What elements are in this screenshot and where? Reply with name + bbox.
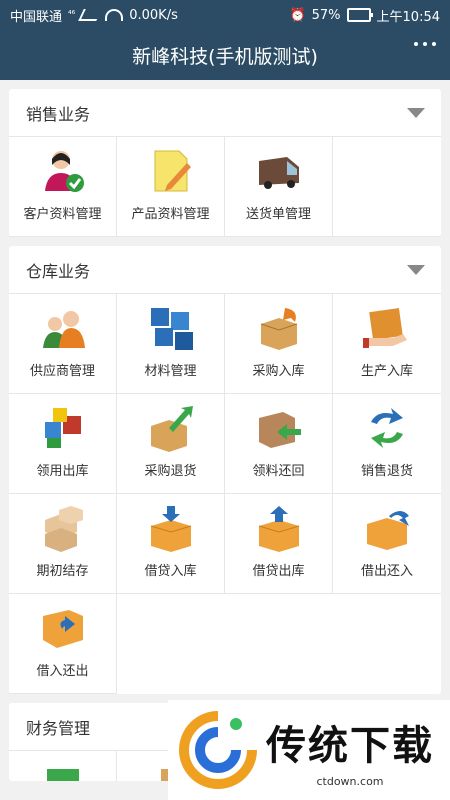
- sales-section-title: 销售业务: [26, 104, 91, 124]
- warehouse-section: 仓库业务 供应商管理 材料管理 采购入库 生产入库 领用出库 采购退货 领料还回…: [9, 246, 441, 694]
- warehouse-section-header[interactable]: 仓库业务: [9, 246, 441, 294]
- tile-lend-return[interactable]: 借出还入: [333, 494, 441, 594]
- puzzle-icon: [39, 404, 87, 452]
- alarm-icon: ⏰: [289, 7, 306, 23]
- network-speed: 0.00K/s: [129, 7, 178, 23]
- tile-label: 供应商管理: [29, 364, 95, 379]
- tile-label: 借贷入库: [144, 564, 197, 579]
- tile-label: 采购退货: [144, 464, 197, 479]
- more-menu-icon[interactable]: [414, 42, 436, 46]
- collapse-arrow-icon[interactable]: [407, 107, 425, 118]
- tile-label: 采购入库: [252, 364, 305, 379]
- tile-purchase-return[interactable]: 采购退货: [117, 394, 225, 494]
- battery-percent: 57%: [311, 7, 341, 23]
- signal-icon: [78, 9, 103, 21]
- watermark-url: ctdown.com: [316, 774, 384, 788]
- box-hand-icon: [363, 304, 411, 352]
- sales-section-header[interactable]: 销售业务: [9, 89, 441, 137]
- tile-product[interactable]: 产品资料管理: [117, 137, 225, 237]
- tile-label: 产品资料管理: [131, 207, 210, 222]
- tile-label: 生产入库: [360, 364, 413, 379]
- tile-label: 送货单管理: [245, 207, 311, 222]
- tile-label: 借入还出: [36, 664, 89, 679]
- warehouse-section-title: 仓库业务: [26, 261, 91, 281]
- status-bar: 中国联通 ⁴⁶ 0.00K/s ⏰ 57% 上午10:54: [0, 0, 450, 30]
- tile-label: 客户资料管理: [23, 207, 102, 222]
- carrier-label: 中国联通: [10, 9, 63, 25]
- tile-label: 材料管理: [144, 364, 197, 379]
- sales-section: 销售业务 客户资料管理 产品资料管理 送货单管理: [9, 89, 441, 237]
- collapse-arrow-icon[interactable]: [407, 264, 425, 275]
- box-arrow-left-icon: [255, 404, 303, 452]
- tile-issue-out[interactable]: 领用出库: [9, 394, 117, 494]
- material-cubes-icon: [147, 304, 195, 352]
- tile-supplier[interactable]: 供应商管理: [9, 294, 117, 394]
- tile-borrow-return[interactable]: 借入还出: [9, 594, 117, 694]
- tile-label: 领用出库: [36, 464, 89, 479]
- box-down-arrow-icon: [147, 504, 195, 552]
- network-type: ⁴⁶: [68, 10, 76, 20]
- tile-material-return[interactable]: 领料还回: [225, 394, 333, 494]
- box-back-arrow-icon: [39, 604, 87, 652]
- tile-label: 销售退货: [360, 464, 413, 479]
- tile-loan-in[interactable]: 借贷入库: [117, 494, 225, 594]
- supplier-people-icon: [39, 304, 87, 352]
- tile-label: 期初结存: [36, 564, 89, 579]
- tile-material[interactable]: 材料管理: [117, 294, 225, 394]
- tile-loan-out[interactable]: 借贷出库: [225, 494, 333, 594]
- tile-label: 领料还回: [252, 464, 305, 479]
- tile-customer[interactable]: 客户资料管理: [9, 137, 117, 237]
- tile-opening-stock[interactable]: 期初结存: [9, 494, 117, 594]
- finance-tile-icon: [46, 769, 79, 781]
- box-in-icon: [255, 304, 303, 352]
- app-title: 新峰科技(手机版测试): [132, 45, 318, 68]
- tile-label: 借贷出库: [252, 564, 305, 579]
- document-edit-icon: [147, 147, 195, 195]
- exchange-arrows-icon: [363, 404, 411, 452]
- watermark-brand: 传统下载: [266, 722, 434, 769]
- tile-label: 借出还入: [360, 564, 413, 579]
- app-bar: 新峰科技(手机版测试): [0, 30, 450, 80]
- box-arrow-out-icon: [147, 404, 195, 452]
- wifi-icon: [105, 9, 124, 21]
- delivery-van-icon: [255, 147, 303, 195]
- finance-tile-partial[interactable]: [9, 751, 117, 781]
- finance-section-title: 财务管理: [26, 718, 91, 738]
- tile-sales-return[interactable]: 销售退货: [333, 394, 441, 494]
- customer-icon: [39, 147, 87, 195]
- tile-production-in[interactable]: 生产入库: [333, 294, 441, 394]
- battery-icon: [346, 8, 373, 22]
- box-up-arrow-icon: [255, 504, 303, 552]
- watermark-logo-icon: [179, 711, 257, 789]
- watermark-overlay: 传统下载 ctdown.com: [168, 700, 450, 800]
- main-content: 销售业务 客户资料管理 产品资料管理 送货单管理 仓库业务 供应商管理 材料管理…: [0, 80, 450, 800]
- tile-purchase-in[interactable]: 采购入库: [225, 294, 333, 394]
- stacked-boxes-icon: [39, 504, 87, 552]
- box-return-arrow-icon: [363, 504, 411, 552]
- empty-tile: [333, 137, 441, 237]
- clock: 上午10:54: [376, 9, 440, 25]
- tile-delivery[interactable]: 送货单管理: [225, 137, 333, 237]
